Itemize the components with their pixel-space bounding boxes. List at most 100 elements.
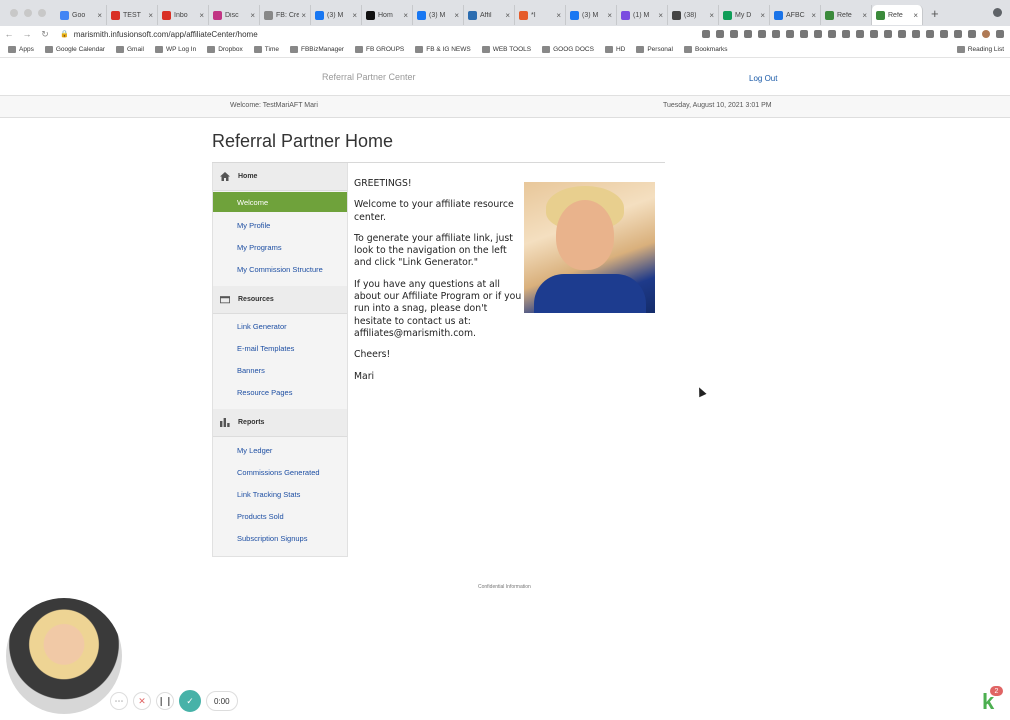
close-tab-icon[interactable]: × bbox=[148, 11, 153, 20]
browser-tab[interactable]: Inbo × bbox=[158, 5, 209, 25]
extension-icon[interactable] bbox=[870, 30, 878, 38]
extension-icon[interactable] bbox=[940, 30, 948, 38]
reading-list-button[interactable]: Reading List bbox=[956, 46, 1004, 53]
close-tab-icon[interactable]: × bbox=[556, 11, 561, 20]
bookmark-item[interactable]: Google Calendar bbox=[44, 46, 105, 53]
close-tab-icon[interactable]: × bbox=[913, 11, 918, 20]
close-tab-icon[interactable]: × bbox=[403, 11, 408, 20]
bookmark-item[interactable]: Bookmarks bbox=[683, 46, 728, 53]
star-icon[interactable] bbox=[730, 30, 738, 38]
browser-tab[interactable]: (3) M × bbox=[413, 5, 464, 25]
close-tab-icon[interactable]: × bbox=[505, 11, 510, 20]
close-tab-icon[interactable]: × bbox=[454, 11, 459, 20]
cancel-recording-icon[interactable]: ✕ bbox=[133, 692, 151, 710]
bookmark-item[interactable]: Time bbox=[253, 46, 279, 53]
bookmark-item[interactable]: WP Log In bbox=[154, 46, 196, 53]
back-arrow-icon[interactable]: ← bbox=[0, 29, 18, 39]
close-tab-icon[interactable]: × bbox=[811, 11, 816, 20]
bookmark-item[interactable]: HD bbox=[604, 46, 625, 53]
sidebar-item-banners[interactable]: Banners bbox=[213, 360, 347, 380]
browser-tab[interactable]: (3) M × bbox=[311, 5, 362, 25]
bookmark-item[interactable]: FBBizManager bbox=[289, 46, 344, 53]
sidebar-item-products-sold[interactable]: Products Sold bbox=[213, 506, 347, 526]
menu-icon[interactable] bbox=[996, 30, 1004, 38]
close-tab-icon[interactable]: × bbox=[607, 11, 612, 20]
sidebar-item-link-tracking-stats[interactable]: Link Tracking Stats bbox=[213, 484, 347, 504]
close-tab-icon[interactable]: × bbox=[250, 11, 255, 20]
sidebar-item-my-ledger[interactable]: My Ledger bbox=[213, 440, 347, 460]
maximize-window-icon[interactable] bbox=[38, 9, 46, 17]
sidebar-item-my-profile[interactable]: My Profile bbox=[213, 215, 347, 235]
zoom-icon[interactable] bbox=[716, 30, 724, 38]
extension-icon[interactable] bbox=[912, 30, 920, 38]
browser-tab[interactable]: (38) × bbox=[668, 5, 719, 25]
close-window-icon[interactable] bbox=[10, 9, 18, 17]
browser-tab[interactable]: Goo × bbox=[56, 5, 107, 25]
browser-tab[interactable]: (1) M × bbox=[617, 5, 668, 25]
extension-icon[interactable] bbox=[828, 30, 836, 38]
tab-search-icon[interactable] bbox=[993, 8, 1002, 17]
sidebar-item-my-commission-structure[interactable]: My Commission Structure bbox=[213, 259, 347, 279]
profile-avatar-icon[interactable] bbox=[982, 30, 990, 38]
close-tab-icon[interactable]: × bbox=[97, 11, 102, 20]
extension-icon[interactable] bbox=[800, 30, 808, 38]
logout-link[interactable]: Log Out bbox=[749, 74, 777, 83]
close-tab-icon[interactable]: × bbox=[862, 11, 867, 20]
extension-icon[interactable] bbox=[926, 30, 934, 38]
browser-tab[interactable]: Disc × bbox=[209, 5, 260, 25]
forward-arrow-icon[interactable]: → bbox=[18, 29, 36, 39]
extension-icon[interactable] bbox=[884, 30, 892, 38]
bookmark-item[interactable]: FB GROUPS bbox=[354, 46, 404, 53]
sidebar-item-commissions-generated[interactable]: Commissions Generated bbox=[213, 462, 347, 482]
bookmark-item[interactable]: Gmail bbox=[115, 46, 144, 53]
close-tab-icon[interactable]: × bbox=[301, 11, 306, 20]
close-tab-icon[interactable]: × bbox=[199, 11, 204, 20]
close-tab-icon[interactable]: × bbox=[658, 11, 663, 20]
reload-icon[interactable]: ↻ bbox=[36, 29, 54, 40]
browser-tab[interactable]: My D × bbox=[719, 5, 770, 25]
browser-tab[interactable]: FB: Crea× bbox=[260, 5, 311, 25]
sidebar-item-my-programs[interactable]: My Programs bbox=[213, 237, 347, 257]
extension-icon[interactable] bbox=[758, 30, 766, 38]
bookmark-item[interactable]: WEB TOOLS bbox=[481, 46, 531, 53]
extension-icon[interactable] bbox=[968, 30, 976, 38]
url-field[interactable]: 🔒 marismith.infusionsoft.com/app/affilia… bbox=[60, 30, 702, 39]
sidebar-item-email-templates[interactable]: E-mail Templates bbox=[213, 338, 347, 358]
webcam-bubble[interactable] bbox=[6, 598, 122, 714]
bookmark-item[interactable]: Apps bbox=[8, 46, 34, 53]
extension-icon[interactable] bbox=[772, 30, 780, 38]
close-tab-icon[interactable]: × bbox=[352, 11, 357, 20]
bookmark-item[interactable]: Dropbox bbox=[207, 46, 243, 53]
extension-icon[interactable] bbox=[842, 30, 850, 38]
extension-icon[interactable] bbox=[814, 30, 822, 38]
sidebar-item-link-generator[interactable]: Link Generator bbox=[213, 316, 347, 336]
browser-tab[interactable]: Refe × bbox=[821, 5, 872, 25]
browser-tab[interactable]: Affil × bbox=[464, 5, 515, 25]
extension-icon[interactable] bbox=[702, 30, 710, 38]
extension-icon[interactable] bbox=[856, 30, 864, 38]
sidebar-item-welcome[interactable]: Welcome bbox=[213, 192, 347, 212]
new-tab-button[interactable]: + bbox=[931, 6, 939, 21]
sidebar-item-subscription-signups[interactable]: Subscription Signups bbox=[213, 528, 347, 548]
browser-tab[interactable]: Hom × bbox=[362, 5, 413, 25]
extension-icon[interactable] bbox=[786, 30, 794, 38]
bookmark-item[interactable]: FB & IG NEWS bbox=[415, 46, 471, 53]
browser-tab[interactable]: AFBC × bbox=[770, 5, 821, 25]
bookmark-item[interactable]: Personal bbox=[636, 46, 673, 53]
minimize-window-icon[interactable] bbox=[24, 9, 32, 17]
sidebar-item-resource-pages[interactable]: Resource Pages bbox=[213, 382, 347, 402]
finish-recording-icon[interactable]: ✓ bbox=[179, 690, 201, 712]
bookmark-item[interactable]: GOOG DOCS bbox=[542, 46, 594, 53]
extension-icon[interactable] bbox=[744, 30, 752, 38]
pause-icon[interactable]: ❙❙ bbox=[156, 692, 174, 710]
extension-icon[interactable] bbox=[898, 30, 906, 38]
browser-tab[interactable]: *I × bbox=[515, 5, 566, 25]
extension-icon[interactable] bbox=[954, 30, 962, 38]
close-tab-icon[interactable]: × bbox=[709, 11, 714, 20]
close-tab-icon[interactable]: × bbox=[760, 11, 765, 20]
window-controls[interactable] bbox=[0, 9, 56, 17]
browser-tab[interactable]: (3) M × bbox=[566, 5, 617, 25]
more-options-icon[interactable]: ⋯ bbox=[110, 692, 128, 710]
browser-tab[interactable]: TEST × bbox=[107, 5, 158, 25]
browser-tab[interactable]: Refe × bbox=[872, 5, 923, 25]
